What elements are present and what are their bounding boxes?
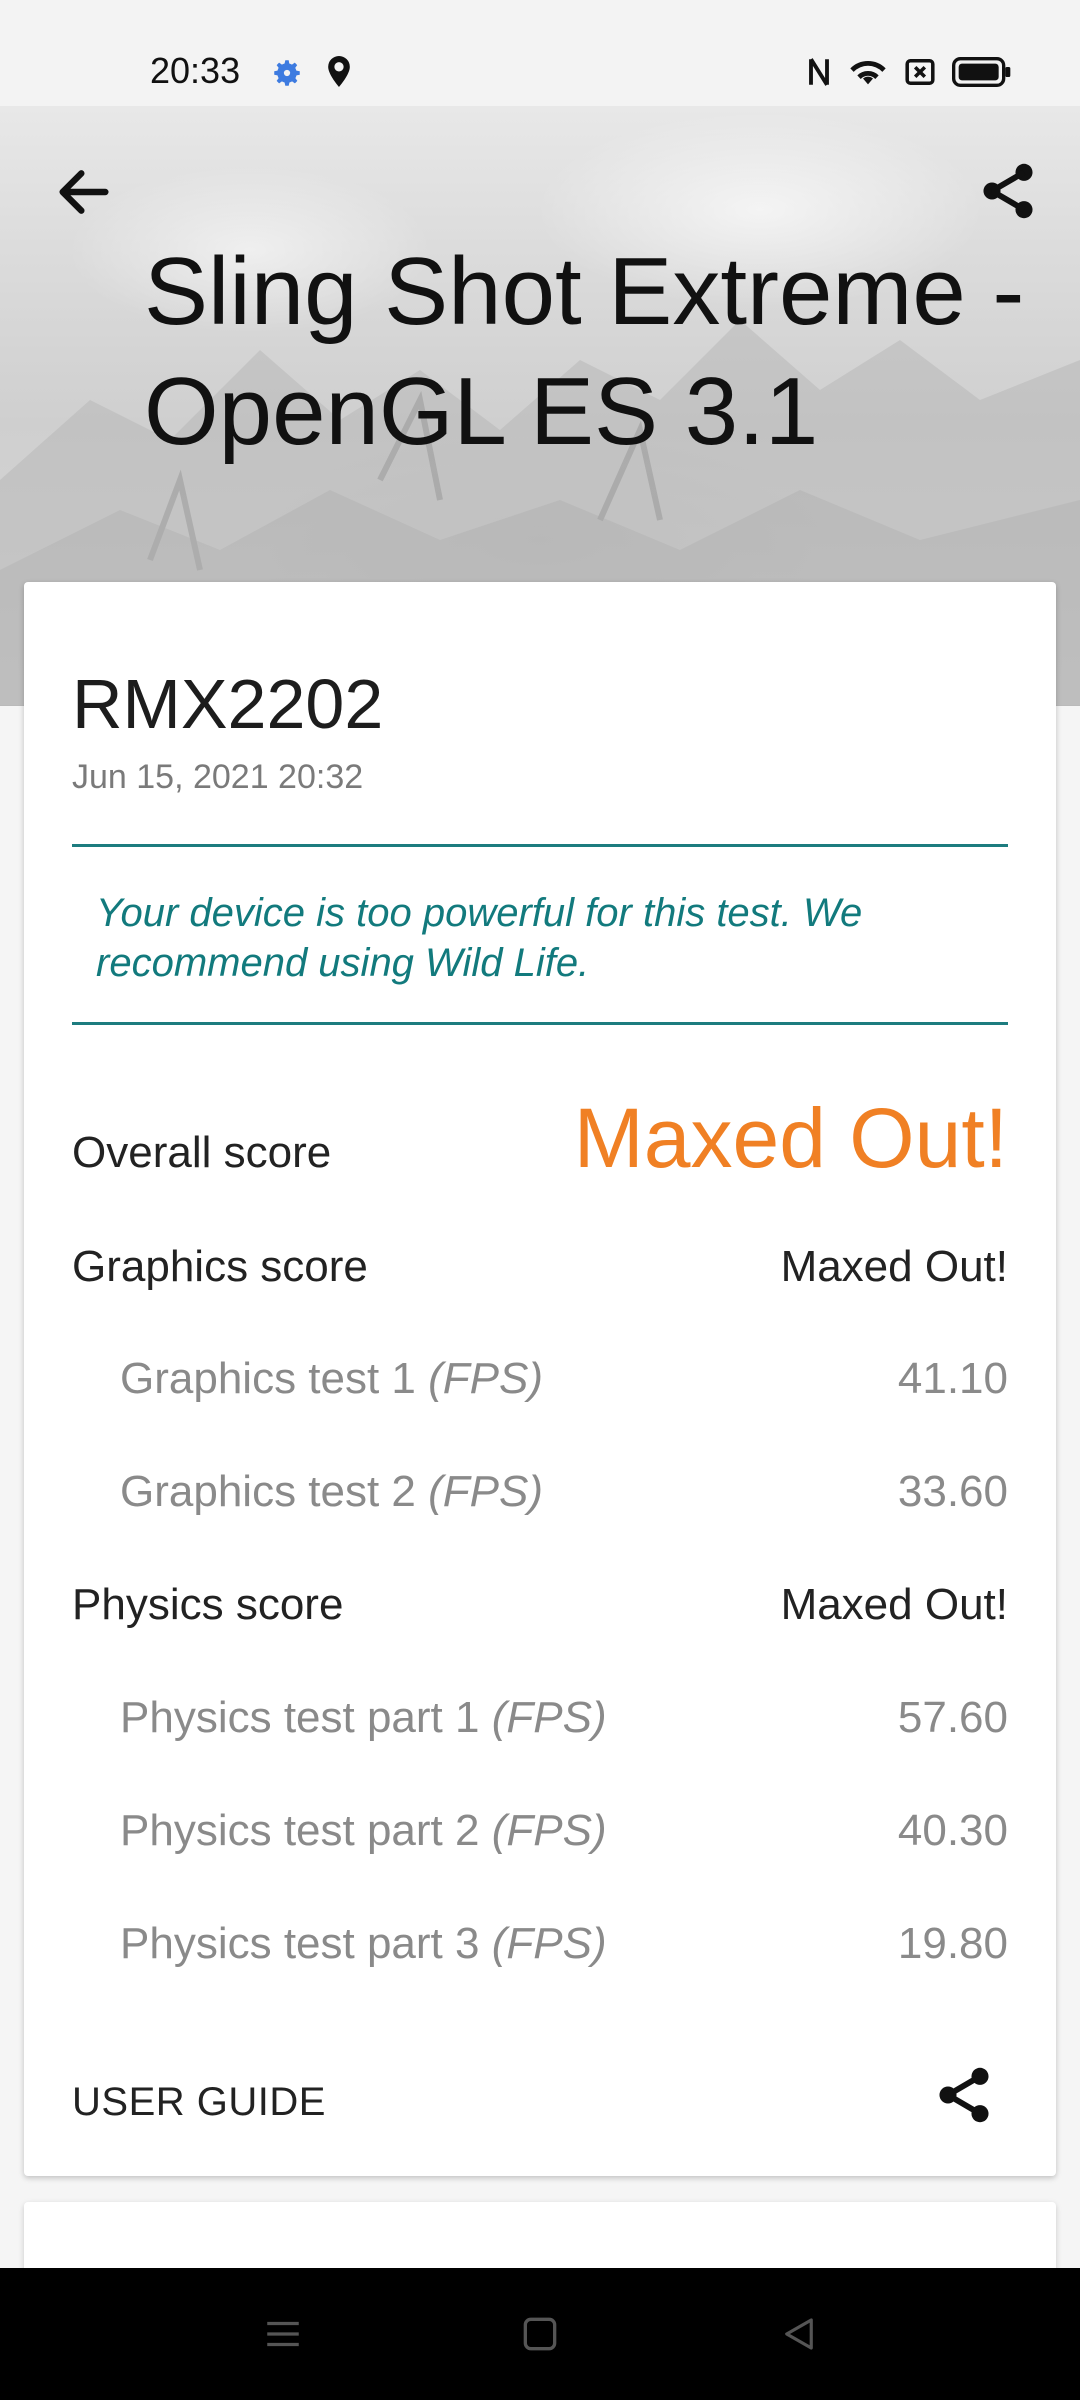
status-bar: 20:33 xyxy=(0,0,1080,106)
graphics-score-label: Graphics score xyxy=(72,1242,368,1291)
physics-test-value: 57.60 xyxy=(897,1693,1008,1742)
device-too-powerful-notice: Your device is too powerful for this tes… xyxy=(96,891,863,985)
physics-test-row: Physics test part 2 (FPS) 40.30 xyxy=(72,1806,1008,1856)
graphics-score-row: Graphics score Maxed Out! xyxy=(72,1242,1008,1292)
user-guide-button[interactable]: USER GUIDE xyxy=(72,2080,326,2125)
overall-score-label: Overall score xyxy=(72,1128,332,1177)
divider xyxy=(72,1022,1008,1025)
status-time: 20:33 xyxy=(150,50,241,91)
graphics-test-label: Graphics test 2 (FPS) xyxy=(120,1467,544,1516)
gear-icon xyxy=(274,60,300,86)
menu-icon[interactable] xyxy=(262,2310,304,2358)
location-pin-icon xyxy=(328,56,350,87)
wifi-icon xyxy=(850,61,886,85)
graphics-test-value: 41.10 xyxy=(897,1354,1008,1403)
share-icon[interactable] xyxy=(932,2062,996,2128)
share-icon[interactable] xyxy=(976,158,1040,224)
physics-score-row: Physics score Maxed Out! xyxy=(72,1580,1008,1630)
result-card: RMX2202 Jun 15, 2021 20:32 Your device i… xyxy=(24,582,1056,2176)
device-name: RMX2202 xyxy=(72,665,384,743)
home-icon[interactable] xyxy=(518,2310,562,2358)
graphics-test-row: Graphics test 2 (FPS) 33.60 xyxy=(72,1467,1008,1517)
no-sim-icon xyxy=(905,59,935,85)
graphics-test-label: Graphics test 1 (FPS) xyxy=(120,1354,544,1403)
physics-test-label: Physics test part 2 (FPS) xyxy=(120,1806,607,1855)
arrow-left-icon[interactable] xyxy=(52,160,116,224)
physics-test-row: Physics test part 1 (FPS) 57.60 xyxy=(72,1693,1008,1743)
divider xyxy=(72,844,1008,847)
page-title: Sling Shot Extreme - OpenGL ES 3.1 xyxy=(144,238,1025,465)
back-triangle-icon[interactable] xyxy=(778,2310,820,2358)
physics-score-value: Maxed Out! xyxy=(780,1580,1008,1629)
physics-test-value: 40.30 xyxy=(897,1806,1008,1855)
physics-test-label: Physics test part 3 (FPS) xyxy=(120,1919,607,1968)
physics-test-row: Physics test part 3 (FPS) 19.80 xyxy=(72,1919,1008,1969)
graphics-test-row: Graphics test 1 (FPS) 41.10 xyxy=(72,1354,1008,1404)
graphics-score-value: Maxed Out! xyxy=(780,1242,1008,1291)
overall-score-row: Overall score Maxed Out! xyxy=(72,1090,1008,1187)
overall-score-value: Maxed Out! xyxy=(573,1091,1008,1185)
physics-score-label: Physics score xyxy=(72,1580,344,1629)
physics-test-label: Physics test part 1 (FPS) xyxy=(120,1693,607,1742)
graphics-test-value: 33.60 xyxy=(897,1467,1008,1516)
physics-test-value: 19.80 xyxy=(897,1919,1008,1968)
nfc-icon xyxy=(809,58,829,86)
result-date: Jun 15, 2021 20:32 xyxy=(72,758,364,796)
battery-icon xyxy=(952,57,1011,87)
navigation-bar xyxy=(0,2268,1080,2400)
